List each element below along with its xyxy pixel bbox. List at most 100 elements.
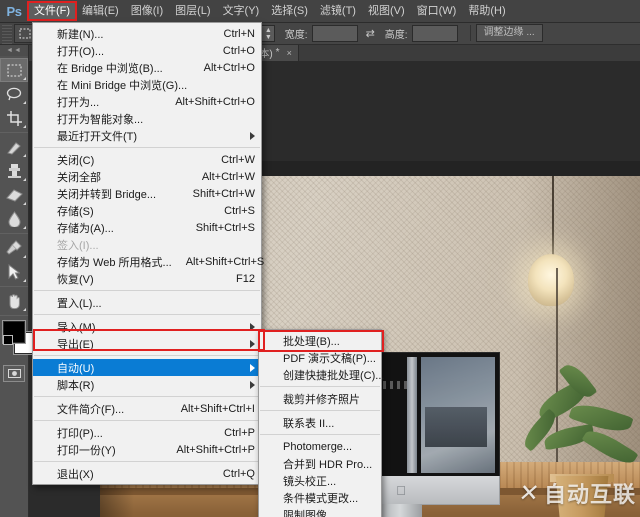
menu-item-layer[interactable]: 图层(L)	[169, 2, 216, 20]
menu-row-scripts[interactable]: 脚本(R)	[33, 376, 261, 393]
swap-arrows-icon[interactable]: ⇄	[366, 27, 375, 40]
submenu-row-create-droplet[interactable]: 创建快捷批处理(C)...	[259, 366, 384, 383]
menu-item-help[interactable]: 帮助(H)	[462, 2, 511, 20]
blur-droplet-icon	[7, 211, 21, 227]
menu-row-accel: Ctrl+Q	[222, 467, 255, 480]
refine-edge-button[interactable]: 调整边缘 ...	[475, 24, 543, 42]
menu-row-accel: F12	[236, 272, 255, 285]
menu-item-image[interactable]: 图像(I)	[125, 2, 169, 20]
menu-row-label: 文件简介(F)...	[57, 403, 125, 416]
file-menu-dropdown[interactable]: 新建(N)... Ctrl+N 打开(O)... Ctrl+O 在 Bridge 中…	[32, 22, 264, 485]
menu-row-label: 自动(U)	[57, 362, 95, 375]
document-modified-marker: *	[275, 47, 280, 58]
menu-row-label: 条件模式更改...	[283, 492, 359, 505]
submenu-arrow-icon	[250, 364, 255, 372]
menu-row-open-as-smart-object[interactable]: 打开为智能对象...	[33, 110, 261, 127]
menu-row-save-for-web[interactable]: 存储为 Web 所用格式... Alt+Shift+Ctrl+S	[33, 253, 264, 270]
submenu-arrow-icon	[250, 132, 255, 140]
menu-row-print-one-copy[interactable]: 打印一份(Y) Alt+Shift+Ctrl+P	[33, 441, 261, 458]
menu-separator	[34, 314, 260, 315]
watermark: ✕ 自动互联	[517, 477, 636, 509]
menu-row-label: 导出(E)	[57, 338, 94, 351]
menu-row-print[interactable]: 打印(P)... Ctrl+P	[33, 424, 261, 441]
menu-separator	[260, 410, 380, 411]
menu-row-label: 联系表 II...	[283, 417, 335, 430]
menu-row-exit[interactable]: 退出(X) Ctrl+Q	[33, 465, 261, 482]
quick-mask-button[interactable]	[3, 365, 25, 382]
menu-item-window[interactable]: 窗口(W)	[411, 2, 463, 20]
automate-submenu-dropdown[interactable]: 批处理(B)... PDF 演示文稿(P)... 创建快捷批处理(C)... 裁…	[258, 329, 384, 517]
tool-lasso[interactable]	[0, 82, 28, 106]
tool-submenu-triangle	[23, 178, 26, 181]
tool-rectangular-marquee[interactable]	[0, 58, 28, 82]
menu-item-filter[interactable]: 滤镜(T)	[314, 2, 362, 20]
menu-row-browse-in-mini-bridge[interactable]: 在 Mini Bridge 中浏览(G)...	[33, 76, 261, 93]
menu-row-label: 脚本(R)	[57, 379, 95, 392]
tool-submenu-triangle	[23, 154, 26, 157]
default-colors-icon[interactable]	[3, 335, 13, 345]
tool-clone-stamp[interactable]	[0, 159, 28, 183]
menu-row-open-as[interactable]: 打开为... Alt+Shift+Ctrl+O	[33, 93, 261, 110]
menu-row-save-as[interactable]: 存储为(A)... Shift+Ctrl+S	[33, 219, 261, 236]
app-logo: Ps	[6, 3, 22, 19]
menu-row-close-all[interactable]: 关闭全部 Alt+Ctrl+W	[33, 168, 261, 185]
submenu-row-contact-sheet[interactable]: 联系表 II...	[259, 414, 381, 431]
photoshop-window: Ps 文件(F) 编辑(E) 图像(I) 图层(L) 文字(Y) 选择(S) 滤…	[0, 0, 640, 517]
menu-row-label: 限制图像...	[283, 509, 337, 517]
watermark-text: 自动互联	[543, 483, 636, 508]
tool-path-selection[interactable]	[0, 260, 28, 284]
eraser-icon	[5, 189, 23, 202]
menu-item-edit[interactable]: 编辑(E)	[76, 2, 125, 20]
menu-row-accel: Alt+Shift+Ctrl+I	[180, 402, 255, 415]
submenu-row-lens-correction[interactable]: 镜头校正...	[259, 472, 381, 489]
menu-row-label: 关闭(C)	[57, 154, 95, 167]
menu-row-accel: Shift+Ctrl+S	[195, 221, 255, 234]
tool-submenu-triangle	[23, 125, 26, 128]
menu-row-browse-in-bridge[interactable]: 在 Bridge 中浏览(B)... Alt+Ctrl+O	[33, 59, 261, 76]
menu-item-file[interactable]: 文件(F)	[26, 1, 78, 21]
menu-row-accel: Ctrl+O	[222, 44, 255, 57]
tool-group-retouch	[0, 133, 28, 234]
menu-item-view[interactable]: 视图(V)	[362, 2, 411, 20]
options-bar-gripper[interactable]	[2, 22, 12, 44]
tool-crop[interactable]	[0, 106, 28, 130]
submenu-row-pdf-presentation[interactable]: PDF 演示文稿(P)...	[259, 349, 381, 366]
height-input[interactable]	[411, 24, 458, 42]
tool-healing-brush[interactable]	[0, 135, 28, 159]
menu-row-place[interactable]: 置入(L)...	[33, 294, 261, 311]
menu-row-new[interactable]: 新建(N)... Ctrl+N	[33, 25, 261, 42]
submenu-row-photomerge[interactable]: Photomerge...	[259, 438, 381, 455]
menu-row-automate[interactable]: 自动(U)	[33, 359, 261, 376]
menu-row-open[interactable]: 打开(O)... Ctrl+O	[33, 42, 261, 59]
tool-eraser[interactable]	[0, 183, 28, 207]
tool-eyedropper[interactable]	[0, 236, 28, 260]
submenu-row-conditional-mode-change[interactable]: 条件模式更改...	[259, 489, 381, 506]
menu-row-file-info[interactable]: 文件简介(F)... Alt+Shift+Ctrl+I	[33, 400, 261, 417]
submenu-row-fit-image[interactable]: 限制图像...	[259, 506, 381, 517]
width-input[interactable]	[311, 24, 358, 42]
tool-submenu-triangle	[23, 101, 26, 104]
tool-blur[interactable]	[0, 207, 28, 231]
tool-hand[interactable]	[0, 289, 28, 313]
submenu-row-batch[interactable]: 批处理(B)...	[259, 332, 381, 349]
menu-row-open-recent[interactable]: 最近打开文件(T)	[33, 127, 261, 144]
submenu-row-crop-and-straighten[interactable]: 裁剪并修齐照片	[259, 390, 381, 407]
menu-row-revert[interactable]: 恢复(V) F12	[33, 270, 261, 287]
menu-row-close-and-go-to-bridge[interactable]: 关闭并转到 Bridge... Shift+Ctrl+W	[33, 185, 261, 202]
tool-submenu-triangle	[23, 202, 26, 205]
menu-row-label: 打开为智能对象...	[57, 113, 144, 126]
close-icon[interactable]: ×	[287, 48, 292, 58]
menu-item-type[interactable]: 文字(Y)	[217, 2, 266, 20]
submenu-row-merge-to-hdr-pro[interactable]: 合并到 HDR Pro...	[259, 455, 381, 472]
crop-icon	[6, 110, 22, 126]
menu-row-import[interactable]: 导入(M)	[33, 318, 261, 335]
menu-row-label: 最近打开文件(T)	[57, 130, 138, 143]
marquee-glyph	[19, 28, 31, 38]
menu-item-select[interactable]: 选择(S)	[265, 2, 314, 20]
menu-row-save[interactable]: 存储(S) Ctrl+S	[33, 202, 261, 219]
menu-row-close[interactable]: 关闭(C) Ctrl+W	[33, 151, 261, 168]
tools-panel-collapse-handle[interactable]: ◄◄	[0, 44, 28, 56]
submenu-arrow-icon	[250, 340, 255, 348]
menu-row-export[interactable]: 导出(E)	[33, 335, 261, 352]
menu-row-accel: Shift+Ctrl+W	[192, 187, 255, 200]
